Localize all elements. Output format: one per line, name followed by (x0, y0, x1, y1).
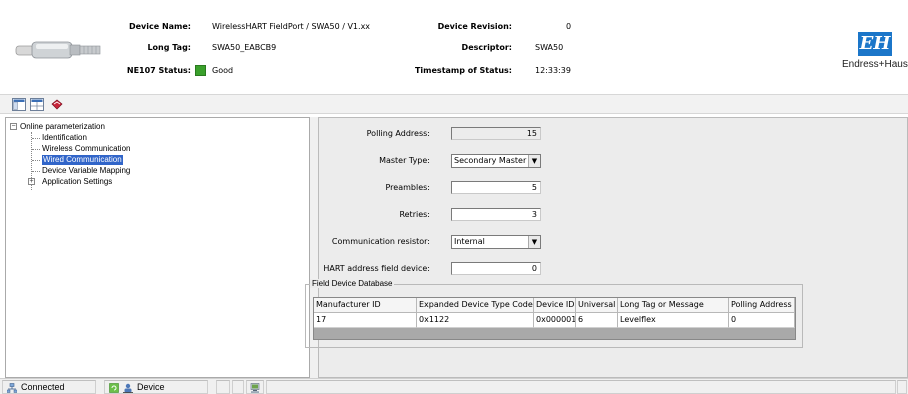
descriptor-value: SWA50 (535, 43, 564, 52)
connection-status-text: Connected (21, 382, 65, 392)
hart-address-field[interactable]: 0 (451, 262, 541, 275)
status-message-area (266, 380, 896, 394)
ne107-status-label: NE107 Status: (126, 66, 191, 75)
resize-grip[interactable] (897, 380, 907, 394)
chevron-down-icon[interactable]: ▼ (528, 236, 540, 248)
table-cell[interactable]: 0x1122 (417, 313, 534, 328)
column-header[interactable]: Universal (576, 298, 618, 313)
descriptor-label: Descriptor: (461, 43, 512, 52)
table-cell[interactable]: 0 (729, 313, 795, 328)
polling-address-label: Polling Address: (366, 129, 430, 138)
refresh-icon (109, 383, 119, 393)
device-status: Device (104, 380, 208, 394)
tree-item-device-variable-mapping[interactable]: Device Variable Mapping (42, 166, 130, 176)
expand-application-settings-icon[interactable]: + (28, 178, 35, 185)
status-bar: Connected Device (0, 378, 908, 394)
column-header[interactable]: Expanded Device Type Code (417, 298, 534, 313)
tree-item-application-settings[interactable]: Application Settings (42, 177, 112, 187)
tree-root-online-parameterization[interactable]: Online parameterization (20, 122, 105, 132)
computer-icon (250, 383, 260, 393)
column-header[interactable]: Device ID (534, 298, 576, 313)
hart-address-label: HART address field device: (323, 264, 430, 273)
retries-label: Retries: (399, 210, 430, 219)
master-type-value: Secondary Master (454, 156, 527, 165)
communication-resistor-select[interactable]: Internal ▼ (451, 235, 541, 249)
device-sensor-image (15, 41, 101, 59)
timestamp-label: Timestamp of Status: (414, 66, 512, 75)
status-cell-empty (216, 380, 230, 394)
tree-item-wired-communication[interactable]: Wired Communication (42, 155, 123, 165)
long-tag-value: SWA50_EABCB9 (212, 43, 277, 52)
layout-window-icon[interactable] (12, 98, 26, 111)
tree-item-identification[interactable]: Identification (42, 133, 87, 143)
column-header[interactable]: Manufacturer ID (314, 298, 417, 313)
status-cell-icon (246, 380, 264, 394)
device-header: Device Name: WirelessHART FieldPort / SW… (0, 0, 908, 94)
preambles-field[interactable]: 5 (451, 181, 541, 194)
device-revision-value: 0 (566, 22, 572, 31)
toolbar (0, 94, 908, 114)
status-cell-empty (232, 380, 244, 394)
column-header[interactable]: Long Tag or Message (618, 298, 729, 313)
book-icon[interactable] (50, 98, 64, 112)
field-device-database-title: Field Device Database (310, 279, 395, 288)
timestamp-value: 12:33:39 (535, 66, 571, 75)
tree-item-wireless-communication[interactable]: Wireless Communication (42, 144, 130, 154)
preambles-label: Preambles: (385, 183, 431, 192)
navigation-tree: − Online parameterization Identification… (5, 117, 310, 378)
field-device-table: Manufacturer ID Expanded Device Type Cod… (313, 297, 796, 340)
polling-address-field: 15 (451, 127, 541, 140)
table-cell[interactable]: 17 (314, 313, 417, 328)
endress-hauser-logo-icon: EH (858, 32, 892, 56)
status-good-icon (195, 65, 206, 76)
device-name-label: Device Name: (128, 22, 191, 31)
connection-status: Connected (2, 380, 96, 394)
long-tag-label: Long Tag: (147, 43, 191, 52)
master-type-select[interactable]: Secondary Master ▼ (451, 154, 541, 168)
table-cell[interactable]: Levelflex (618, 313, 729, 328)
master-type-label: Master Type: (379, 156, 430, 165)
chevron-down-icon[interactable]: ▼ (528, 155, 540, 167)
device-user-icon (123, 383, 133, 393)
layout-table-icon[interactable] (30, 98, 44, 111)
column-header[interactable]: Polling Address (729, 298, 795, 313)
table-cell[interactable]: 6 (576, 313, 618, 328)
collapse-root-icon[interactable]: − (10, 123, 17, 130)
communication-resistor-value: Internal (454, 237, 485, 246)
device-revision-label: Device Revision: (437, 22, 512, 31)
retries-field[interactable]: 3 (451, 208, 541, 221)
device-status-text: Device (137, 382, 165, 392)
ne107-status-value: Good (212, 66, 234, 75)
device-name-value: WirelessHART FieldPort / SWA50 / V1.xx (212, 22, 371, 31)
brand-name: Endress+Hauser (842, 59, 908, 70)
network-connected-icon (7, 383, 17, 393)
table-cell[interactable]: 0x000001 (534, 313, 576, 328)
communication-resistor-label: Communication resistor: (331, 237, 430, 246)
